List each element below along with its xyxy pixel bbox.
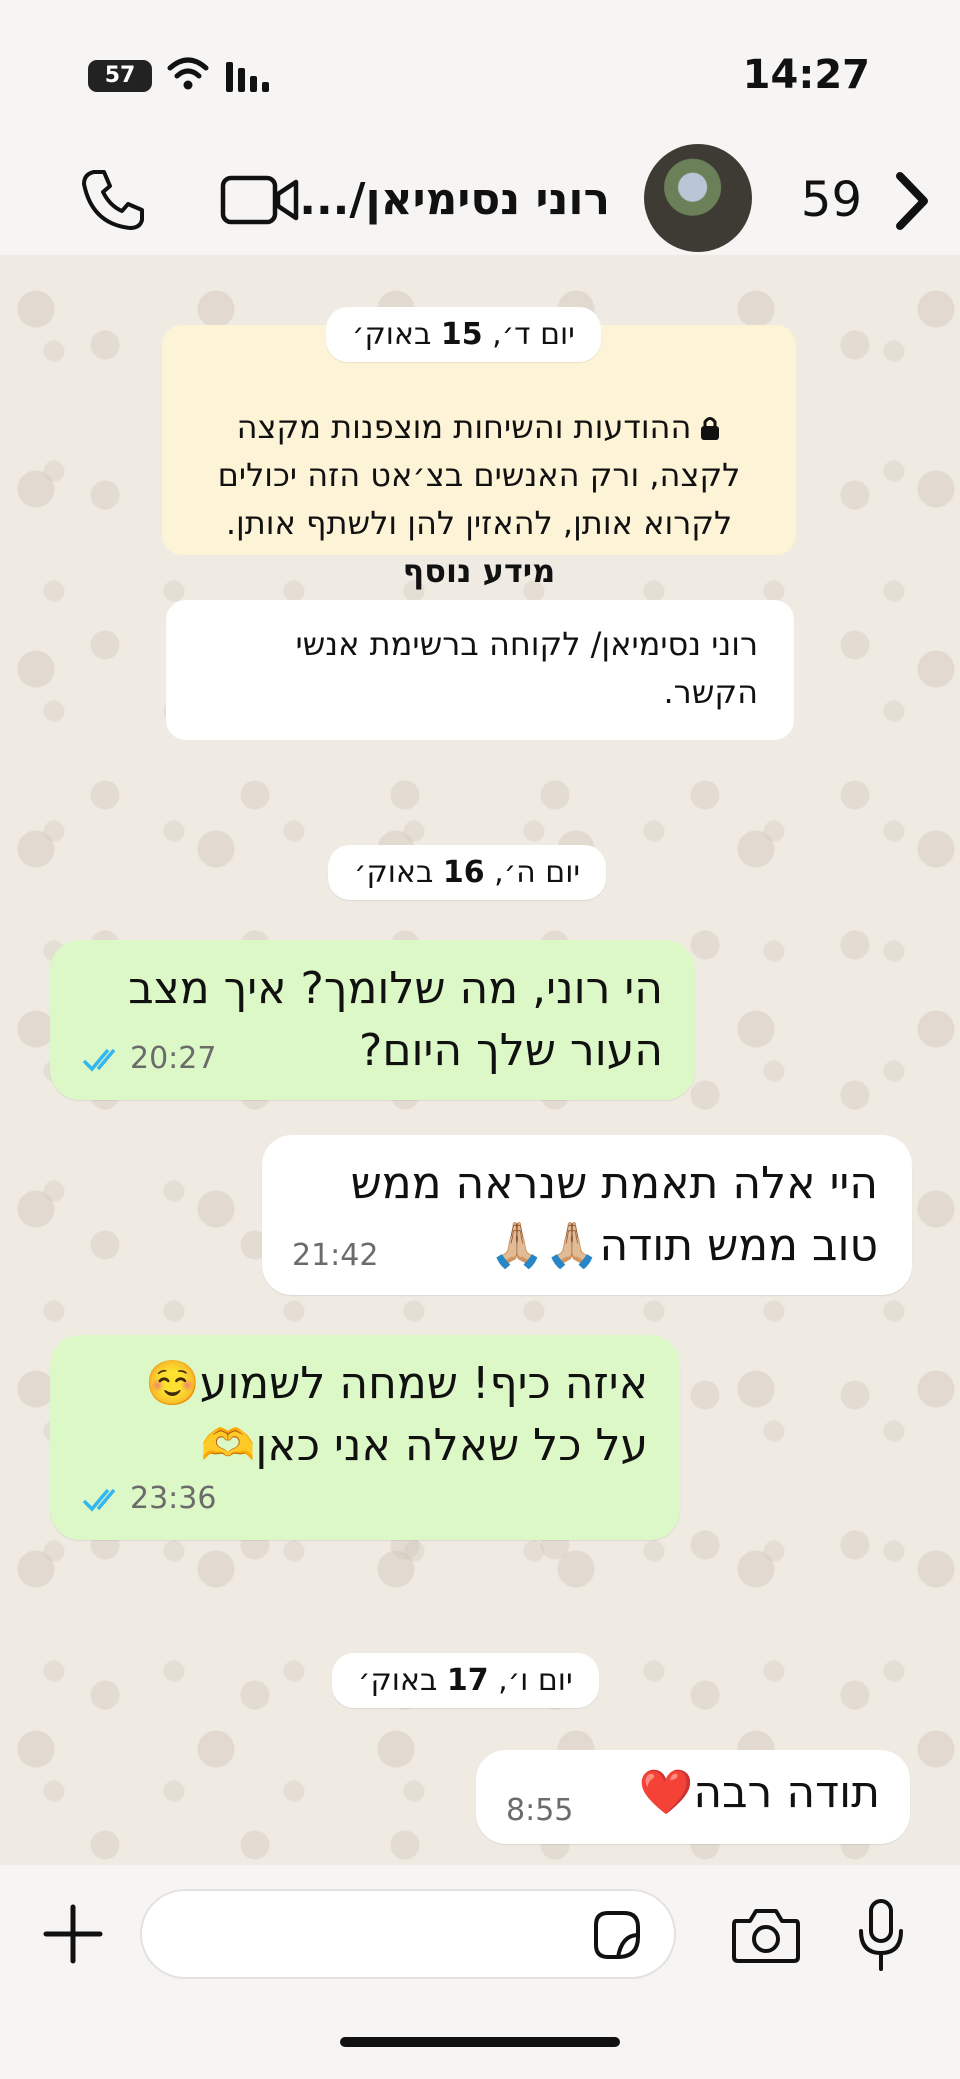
chevron-right-icon[interactable] bbox=[892, 170, 932, 232]
date-separator: יום ו׳, 17 באוק׳ bbox=[332, 1653, 599, 1708]
camera-icon[interactable] bbox=[730, 1905, 802, 1965]
microphone-icon[interactable] bbox=[855, 1897, 907, 1973]
message-meta: 20:27 bbox=[82, 1041, 216, 1076]
message-list[interactable]: ההודעות והשיחות מוצפנות מקצה לקצה, ורק ה… bbox=[0, 255, 960, 1865]
cellular-signal-icon bbox=[226, 62, 269, 92]
double-check-icon bbox=[82, 1488, 116, 1512]
clock: 14:27 bbox=[742, 52, 870, 98]
message-time: 23:36 bbox=[130, 1481, 217, 1516]
date-day: 15 bbox=[440, 317, 483, 352]
date-weekday: יום ד׳, bbox=[492, 317, 575, 352]
message-bubble-outgoing[interactable]: איזה כיף! שמחה לשמוע☺️ על כל שאלה אני כא… bbox=[50, 1335, 680, 1540]
message-bubble-outgoing[interactable]: הי רוני, מה שלומך? איך מצב העור שלך היום… bbox=[50, 940, 695, 1100]
message-bubble-incoming[interactable]: היי אלה תאמת שנראה ממש טוב ממש תודה🙏🏼🙏🏼 … bbox=[262, 1135, 912, 1295]
date-separator: יום ד׳, 15 באוק׳ bbox=[326, 307, 601, 362]
contact-note-text: רוני נסימיאן/ לקוחה ברשימת אנשי הקשר. bbox=[295, 625, 758, 711]
date-day: 17 bbox=[446, 1663, 489, 1698]
status-bar: 57 14:27 bbox=[0, 0, 960, 150]
wifi-icon bbox=[167, 57, 209, 90]
lock-icon bbox=[701, 417, 720, 440]
contact-name[interactable]: רוני נסימיאן/... bbox=[299, 174, 610, 225]
learn-more-link[interactable]: מידע נוסף bbox=[403, 552, 556, 590]
date-month: באוק׳ bbox=[358, 1663, 438, 1698]
double-check-icon bbox=[82, 1048, 116, 1072]
date-month: באוק׳ bbox=[354, 855, 434, 890]
message-composer bbox=[0, 1865, 960, 2079]
message-meta: 23:36 bbox=[82, 1481, 216, 1516]
sticker-icon[interactable] bbox=[588, 1907, 644, 1963]
chat-header: רוני נסימיאן/... 59 bbox=[0, 130, 960, 255]
plus-icon[interactable] bbox=[40, 1901, 106, 1967]
unread-count[interactable]: 59 bbox=[801, 172, 862, 228]
message-bubble-incoming[interactable]: תודה רבה❤️ 8:55 bbox=[476, 1750, 910, 1844]
encryption-text: ההודעות והשיחות מוצפנות מקצה לקצה, ורק ה… bbox=[217, 408, 741, 542]
message-time: 21:42 bbox=[292, 1238, 379, 1273]
date-day: 16 bbox=[442, 855, 485, 890]
home-indicator bbox=[340, 2037, 620, 2047]
contact-info-notice: רוני נסימיאן/ לקוחה ברשימת אנשי הקשר. bbox=[166, 600, 794, 740]
battery-indicator: 57 bbox=[88, 60, 152, 92]
message-text: איזה כיף! שמחה לשמוע☺️ על כל שאלה אני כא… bbox=[144, 1358, 648, 1471]
message-text: היי אלה תאמת שנראה ממש טוב ממש תודה🙏🏼🙏🏼 bbox=[350, 1158, 878, 1271]
date-weekday: יום ה׳, bbox=[494, 855, 581, 890]
avatar[interactable] bbox=[644, 144, 752, 252]
date-separator: יום ה׳, 16 באוק׳ bbox=[328, 845, 607, 900]
video-camera-icon[interactable] bbox=[220, 172, 300, 228]
date-weekday: יום ו׳, bbox=[498, 1663, 573, 1698]
message-time: 20:27 bbox=[130, 1041, 217, 1076]
date-month: באוק׳ bbox=[352, 317, 432, 352]
phone-icon[interactable] bbox=[80, 166, 146, 232]
message-time: 8:55 bbox=[506, 1793, 574, 1828]
